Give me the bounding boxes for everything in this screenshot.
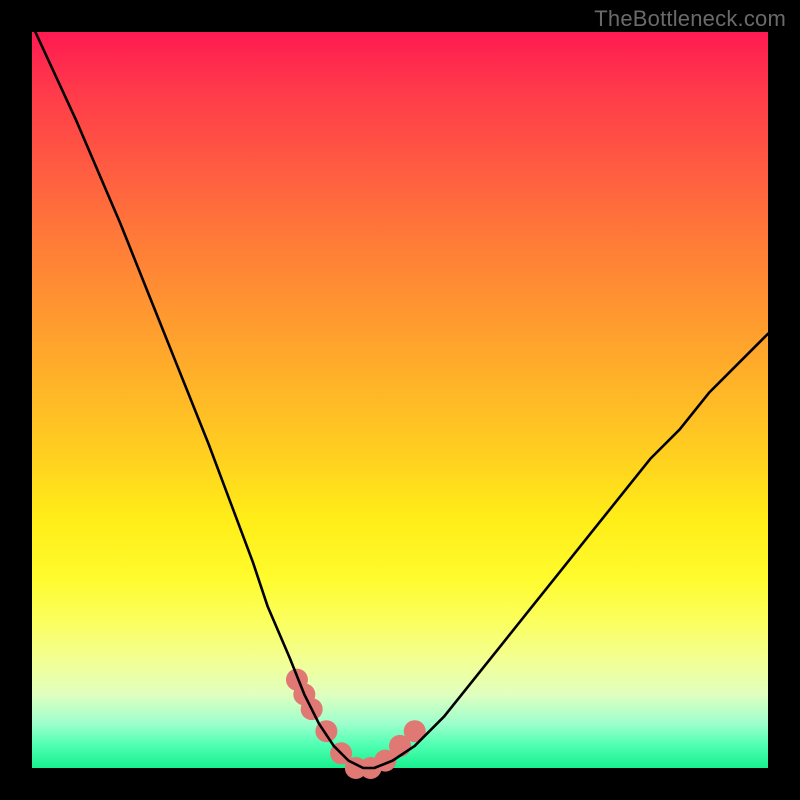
- chart-svg: [32, 32, 768, 768]
- bottleneck-curve: [32, 25, 768, 768]
- trough-marker-layer: [286, 669, 426, 779]
- chart-frame: TheBottleneck.com: [0, 0, 800, 800]
- plot-area: [32, 32, 768, 768]
- watermark-text: TheBottleneck.com: [594, 6, 786, 32]
